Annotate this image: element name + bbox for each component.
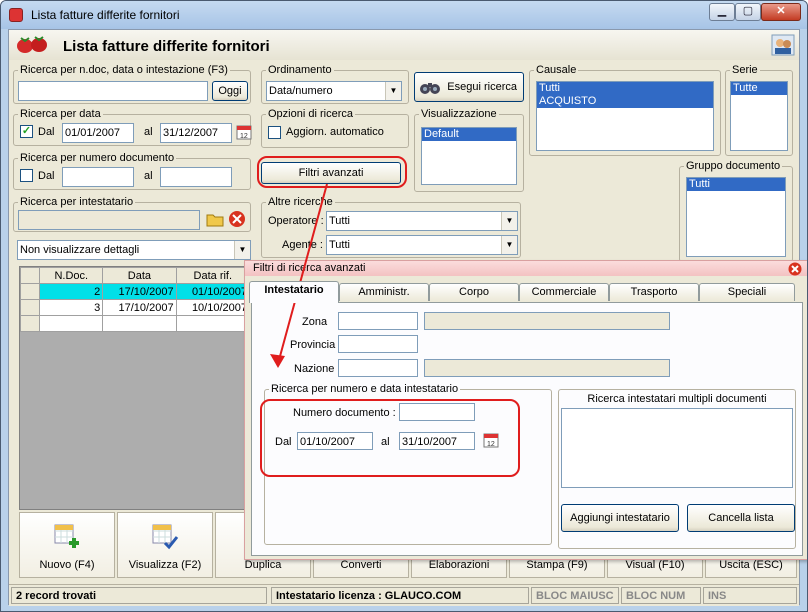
title-bar[interactable]: Lista fatture differite fornitori ▁ ▢ ✕ (1, 1, 807, 29)
client-area: Lista fatture differite fornitori Ricerc… (8, 29, 807, 606)
app-icon (9, 8, 23, 22)
close-button[interactable]: ✕ (761, 3, 801, 21)
application-window: Lista fatture differite fornitori ▁ ▢ ✕ … (0, 0, 808, 612)
annotation-arrow (270, 183, 328, 368)
tab-intestatario[interactable]: Intestatario (249, 281, 339, 303)
maximize-button[interactable]: ▢ (735, 3, 761, 21)
window-title: Lista fatture differite fornitori (31, 8, 180, 22)
minimize-button[interactable]: ▁ (709, 3, 735, 21)
